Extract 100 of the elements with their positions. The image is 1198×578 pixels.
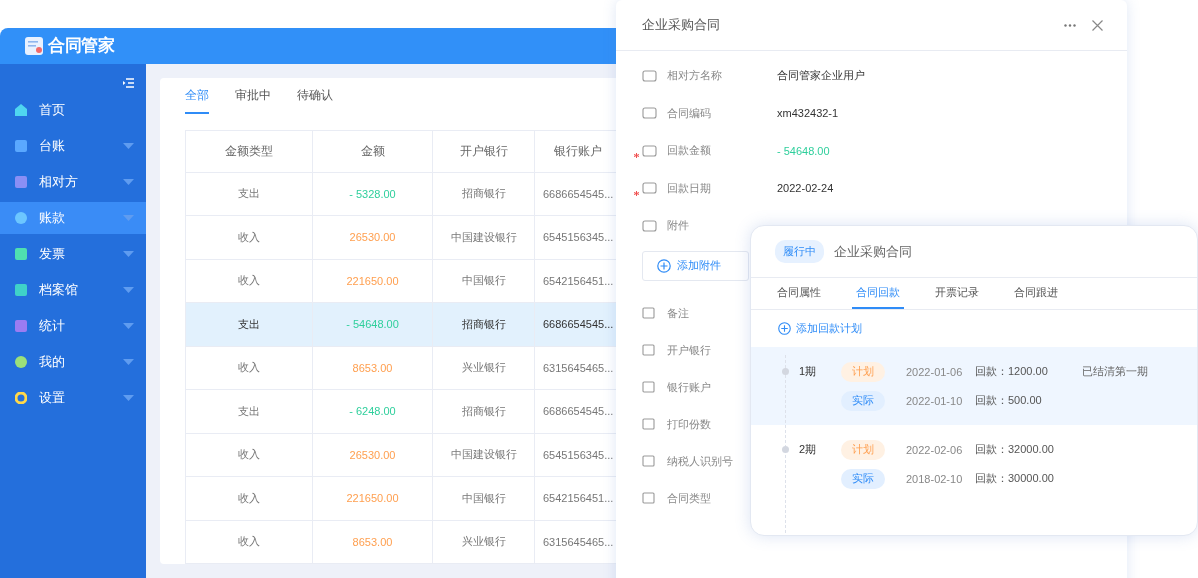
- table-cell: 收入: [185, 215, 313, 259]
- close-icon[interactable]: [1092, 19, 1103, 31]
- table-cell: 26530.00: [312, 433, 433, 477]
- field-icon: [642, 218, 657, 233]
- table-cell: 兴业银行: [432, 346, 535, 390]
- table-cell: - 54648.00: [312, 302, 433, 346]
- table-cell: 中国银行: [432, 259, 535, 303]
- caret-icon: [123, 286, 134, 293]
- filter-tab[interactable]: 全部: [185, 86, 209, 114]
- plus-circle-icon: [778, 322, 791, 335]
- caret-icon: [123, 394, 134, 401]
- add-attachment-button[interactable]: 添加附件: [642, 250, 749, 281]
- field-icon: [642, 381, 655, 393]
- field-icon: [642, 418, 655, 430]
- nav-icon: [15, 211, 27, 224]
- sidebar-item[interactable]: 首页: [0, 93, 146, 126]
- column-header: 金额: [312, 130, 433, 172]
- field-label: 银行账户: [667, 379, 712, 395]
- card-tab[interactable]: 合同属性: [773, 278, 825, 309]
- sidebar-item[interactable]: 发票: [0, 237, 146, 270]
- caret-icon: [123, 214, 134, 221]
- sidebar-item[interactable]: 账款: [0, 201, 146, 234]
- table-cell: 8653.00: [312, 520, 433, 564]
- entry-amount: 回款：32000.00: [975, 442, 1055, 457]
- caret-icon: [123, 142, 134, 149]
- entry-date: 2022-01-10: [906, 394, 964, 407]
- app-logo-text: 合同管家: [48, 35, 114, 58]
- table-cell: - 6248.00: [312, 389, 433, 433]
- caret-icon: [123, 178, 134, 185]
- menu-collapse-icon[interactable]: [123, 77, 134, 88]
- field-label: 相对方名称: [667, 68, 723, 84]
- card-tab[interactable]: 开票记录: [931, 278, 983, 309]
- required-mark-icon: [634, 190, 639, 196]
- contract-logo-icon: [24, 35, 46, 56]
- sidebar-item[interactable]: 我的: [0, 345, 146, 378]
- period-label: 1期: [799, 364, 817, 379]
- table-cell: 兴业银行: [432, 520, 535, 564]
- required-mark-icon: [634, 153, 639, 158]
- table-cell: 收入: [185, 476, 313, 520]
- sidebar-item[interactable]: 相对方: [0, 165, 146, 198]
- entry-date: 2018-02-10: [906, 472, 964, 485]
- nav-icon: [15, 355, 27, 368]
- field-value: - 54648.00: [777, 144, 830, 157]
- plan-tag: 实际: [841, 468, 885, 489]
- table-cell: 中国建设银行: [432, 433, 535, 477]
- entry-amount: 回款：30000.00: [975, 471, 1055, 486]
- field-label: 打印份数: [667, 416, 712, 432]
- table-cell: 221650.00: [312, 259, 433, 303]
- caret-icon: [123, 250, 134, 257]
- field-icon: [642, 143, 657, 158]
- sidebar-item[interactable]: 台账: [0, 129, 146, 162]
- nav-icon: [15, 391, 27, 404]
- table-cell: 收入: [185, 433, 313, 477]
- field-label: 开户银行: [667, 342, 712, 358]
- card-title: 企业采购合同: [834, 242, 912, 261]
- plus-circle-icon: [657, 258, 671, 273]
- table-cell: 中国建设银行: [432, 215, 535, 259]
- status-badge: 履行中: [775, 240, 824, 263]
- more-icon[interactable]: [1064, 23, 1076, 27]
- table-cell: - 5328.00: [312, 172, 433, 216]
- panel-title: 企业采购合同: [642, 16, 721, 34]
- add-plan-link[interactable]: 添加回款计划: [778, 321, 862, 336]
- caret-icon: [123, 322, 134, 329]
- nav-icon: [15, 247, 27, 260]
- table-cell: 支出: [185, 302, 313, 346]
- filter-tab[interactable]: 待确认: [297, 86, 333, 114]
- plan-tag: 计划: [841, 361, 885, 382]
- column-header: 金额类型: [185, 130, 313, 172]
- card-tab[interactable]: 合同跟进: [1010, 278, 1062, 309]
- nav-icon: [15, 139, 27, 152]
- table-cell: 支出: [185, 389, 313, 433]
- column-header: 开户银行: [432, 130, 535, 172]
- plan-tag: 实际: [841, 390, 885, 411]
- sidebar-item[interactable]: 统计: [0, 309, 146, 342]
- entry-date: 2022-01-06: [906, 365, 964, 378]
- field-label: 回款日期: [667, 180, 712, 196]
- nav-icon: [15, 175, 27, 188]
- nav-icon: [15, 319, 27, 332]
- field-icon: [642, 307, 655, 319]
- sidebar-item[interactable]: 档案馆: [0, 273, 146, 306]
- field-label: 合同类型: [667, 490, 712, 506]
- field-icon: [642, 181, 657, 196]
- period-label: 2期: [799, 442, 817, 457]
- field-icon: [642, 492, 655, 504]
- table-cell: 收入: [185, 346, 313, 390]
- nav-icon: [15, 103, 27, 116]
- entry-amount: 回款：500.00: [975, 393, 1043, 408]
- entry-date: 2022-02-06: [906, 443, 964, 456]
- card-tab[interactable]: 合同回款: [852, 278, 904, 309]
- field-icon: [642, 455, 655, 467]
- table-cell: 支出: [185, 172, 313, 216]
- field-icon: [642, 106, 657, 121]
- field-icon: [642, 68, 657, 83]
- field-label: 纳税人识别号: [667, 453, 734, 469]
- sidebar-item[interactable]: 设置: [0, 381, 146, 414]
- table-cell: 26530.00: [312, 215, 433, 259]
- filter-tab[interactable]: 审批中: [235, 86, 271, 114]
- table-cell: 中国银行: [432, 476, 535, 520]
- table-cell: 8653.00: [312, 346, 433, 390]
- field-value: xm432432-1: [777, 107, 839, 120]
